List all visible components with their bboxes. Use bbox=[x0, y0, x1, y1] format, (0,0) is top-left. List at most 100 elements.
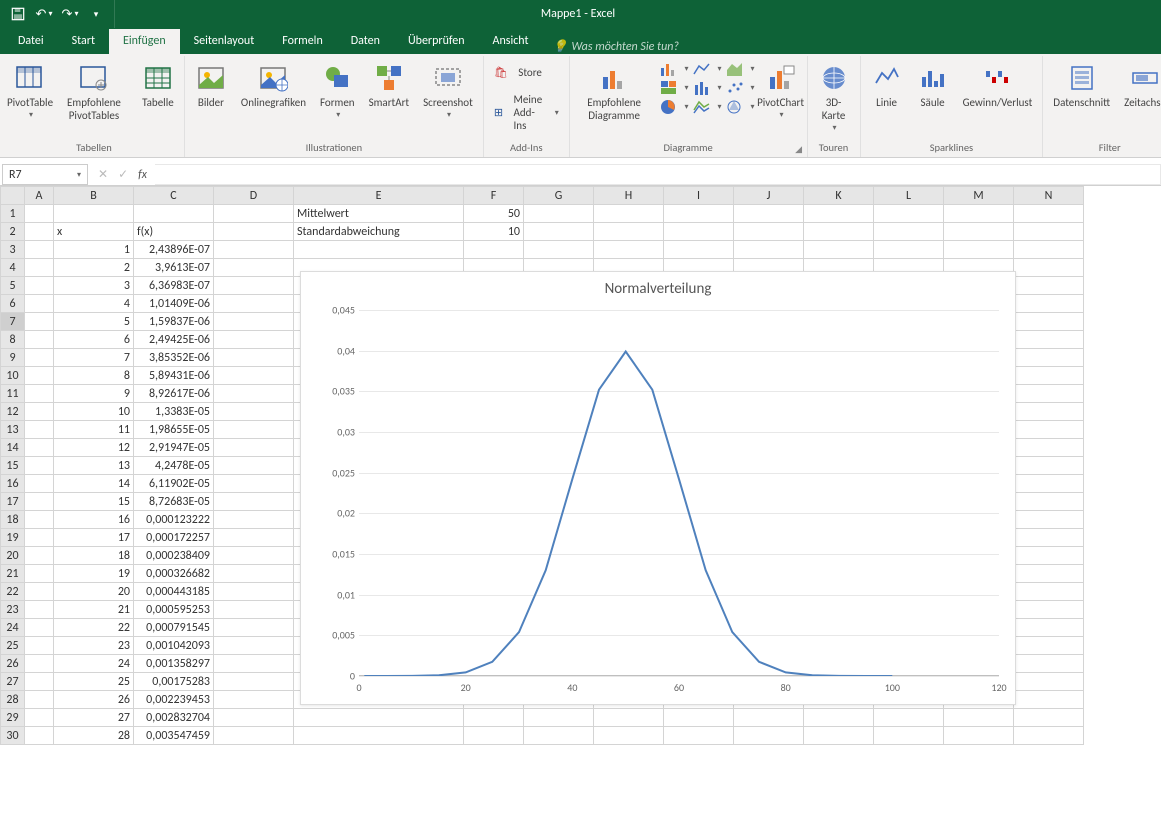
cell-N14[interactable] bbox=[1014, 439, 1084, 457]
pivottable-button[interactable]: PivotTable▾ bbox=[10, 60, 50, 123]
cell-A9[interactable] bbox=[25, 349, 54, 367]
row-header-28[interactable]: 28 bbox=[1, 691, 25, 709]
col-header-I[interactable]: I bbox=[664, 187, 734, 205]
cell-G30[interactable] bbox=[524, 727, 594, 745]
sparkline-column-button[interactable]: Säule bbox=[913, 60, 953, 111]
sparkline-winloss-button[interactable]: Gewinn/Verlust bbox=[959, 60, 1037, 111]
row-header-29[interactable]: 29 bbox=[1, 709, 25, 727]
dialog-launcher-diagramme[interactable]: ◢ bbox=[793, 143, 805, 155]
cell-I2[interactable] bbox=[664, 223, 734, 241]
cell-D16[interactable] bbox=[214, 475, 294, 493]
cell-D15[interactable] bbox=[214, 457, 294, 475]
row-header-16[interactable]: 16 bbox=[1, 475, 25, 493]
tab-seitenlayout[interactable]: Seitenlayout bbox=[180, 29, 269, 54]
cell-A24[interactable] bbox=[25, 619, 54, 637]
cell-C26[interactable]: 0,001358297 bbox=[134, 655, 214, 673]
cell-A14[interactable] bbox=[25, 439, 54, 457]
cell-A6[interactable] bbox=[25, 295, 54, 313]
cell-M3[interactable] bbox=[944, 241, 1014, 259]
cell-A19[interactable] bbox=[25, 529, 54, 547]
cell-N17[interactable] bbox=[1014, 493, 1084, 511]
recommended-charts-button[interactable]: Empfohlene Diagramme bbox=[576, 60, 653, 124]
screenshot-button[interactable]: Screenshot▾ bbox=[419, 60, 477, 123]
chart-type-stat-icon[interactable]: ▾ bbox=[692, 79, 722, 97]
cell-A2[interactable] bbox=[25, 223, 54, 241]
fx-icon[interactable]: fx bbox=[138, 168, 147, 182]
cell-N22[interactable] bbox=[1014, 583, 1084, 601]
chart-type-bar-icon[interactable]: ▾ bbox=[659, 60, 689, 78]
cell-D6[interactable] bbox=[214, 295, 294, 313]
cell-N19[interactable] bbox=[1014, 529, 1084, 547]
cell-C13[interactable]: 1,98655E-05 bbox=[134, 421, 214, 439]
cell-A12[interactable] bbox=[25, 403, 54, 421]
cell-C7[interactable]: 1,59837E-06 bbox=[134, 313, 214, 331]
cell-H3[interactable] bbox=[594, 241, 664, 259]
onlinegrafiken-button[interactable]: Onlinegrafiken bbox=[237, 60, 310, 111]
formula-input[interactable] bbox=[155, 164, 1161, 185]
row-header-14[interactable]: 14 bbox=[1, 439, 25, 457]
cell-C8[interactable]: 2,49425E-06 bbox=[134, 331, 214, 349]
row-header-15[interactable]: 15 bbox=[1, 457, 25, 475]
cell-H29[interactable] bbox=[594, 709, 664, 727]
cell-M30[interactable] bbox=[944, 727, 1014, 745]
cell-F29[interactable] bbox=[464, 709, 524, 727]
cell-B10[interactable]: 8 bbox=[54, 367, 134, 385]
cell-A20[interactable] bbox=[25, 547, 54, 565]
cell-D5[interactable] bbox=[214, 277, 294, 295]
cell-N18[interactable] bbox=[1014, 511, 1084, 529]
cell-B22[interactable]: 20 bbox=[54, 583, 134, 601]
cell-B25[interactable]: 23 bbox=[54, 637, 134, 655]
cell-D21[interactable] bbox=[214, 565, 294, 583]
col-header-N[interactable]: N bbox=[1014, 187, 1084, 205]
tab-daten[interactable]: Daten bbox=[337, 29, 394, 54]
cell-B12[interactable]: 10 bbox=[54, 403, 134, 421]
cell-C17[interactable]: 8,72683E-05 bbox=[134, 493, 214, 511]
cell-A25[interactable] bbox=[25, 637, 54, 655]
cell-C11[interactable]: 8,92617E-06 bbox=[134, 385, 214, 403]
cell-D18[interactable] bbox=[214, 511, 294, 529]
cell-D19[interactable] bbox=[214, 529, 294, 547]
cell-K3[interactable] bbox=[804, 241, 874, 259]
cell-B8[interactable]: 6 bbox=[54, 331, 134, 349]
cell-D25[interactable] bbox=[214, 637, 294, 655]
cell-B6[interactable]: 4 bbox=[54, 295, 134, 313]
select-all-corner[interactable] bbox=[1, 187, 25, 205]
cell-N29[interactable] bbox=[1014, 709, 1084, 727]
cell-D22[interactable] bbox=[214, 583, 294, 601]
row-header-4[interactable]: 4 bbox=[1, 259, 25, 277]
col-header-M[interactable]: M bbox=[944, 187, 1014, 205]
my-addins-button[interactable]: ⊞ Meine Add-Ins ▾ bbox=[494, 93, 559, 132]
cell-I29[interactable] bbox=[664, 709, 734, 727]
row-header-22[interactable]: 22 bbox=[1, 583, 25, 601]
row-header-12[interactable]: 12 bbox=[1, 403, 25, 421]
row-header-23[interactable]: 23 bbox=[1, 601, 25, 619]
chart-type-scatter-icon[interactable]: ▾ bbox=[725, 79, 755, 97]
cell-D27[interactable] bbox=[214, 673, 294, 691]
cell-J30[interactable] bbox=[734, 727, 804, 745]
col-header-J[interactable]: J bbox=[734, 187, 804, 205]
cell-F30[interactable] bbox=[464, 727, 524, 745]
bilder-button[interactable]: Bilder bbox=[191, 60, 231, 111]
cell-G1[interactable] bbox=[524, 205, 594, 223]
cell-A8[interactable] bbox=[25, 331, 54, 349]
chart-type-radar-icon[interactable]: ▾ bbox=[725, 98, 755, 116]
tab-ueberpruefen[interactable]: Überprüfen bbox=[394, 29, 479, 54]
cell-D3[interactable] bbox=[214, 241, 294, 259]
cell-A26[interactable] bbox=[25, 655, 54, 673]
embedded-chart[interactable]: Normalverteilung 00,0050,010,0150,020,02… bbox=[300, 271, 1016, 705]
cell-B2[interactable]: x bbox=[54, 223, 134, 241]
cell-G29[interactable] bbox=[524, 709, 594, 727]
store-button[interactable]: 🛍 Store bbox=[494, 66, 559, 79]
col-header-L[interactable]: L bbox=[874, 187, 944, 205]
cell-N11[interactable] bbox=[1014, 385, 1084, 403]
cell-K30[interactable] bbox=[804, 727, 874, 745]
row-header-6[interactable]: 6 bbox=[1, 295, 25, 313]
cell-N12[interactable] bbox=[1014, 403, 1084, 421]
cell-N25[interactable] bbox=[1014, 637, 1084, 655]
row-header-10[interactable]: 10 bbox=[1, 367, 25, 385]
cell-A17[interactable] bbox=[25, 493, 54, 511]
cell-N26[interactable] bbox=[1014, 655, 1084, 673]
row-header-19[interactable]: 19 bbox=[1, 529, 25, 547]
smartart-button[interactable]: SmartArt bbox=[365, 60, 414, 111]
cell-D24[interactable] bbox=[214, 619, 294, 637]
